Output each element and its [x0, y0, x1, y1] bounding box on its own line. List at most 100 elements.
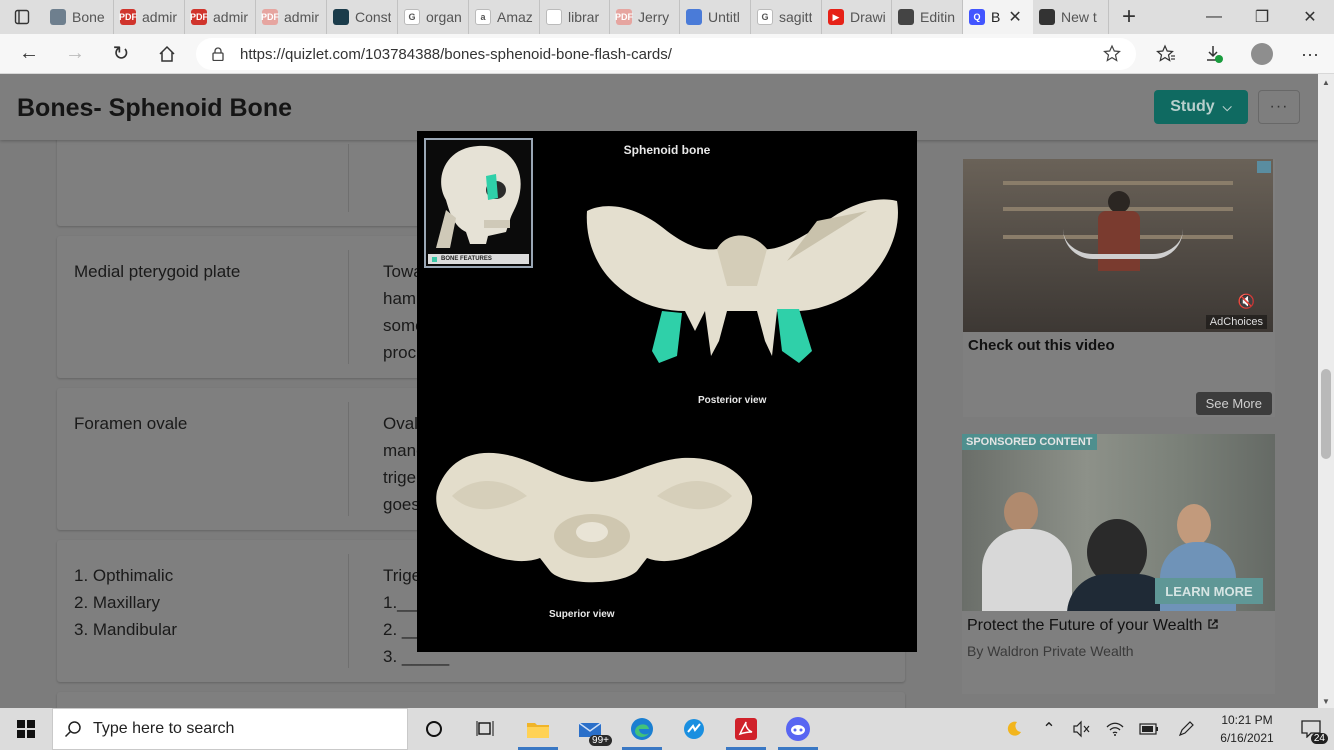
- scroll-up-arrow[interactable]: ▲: [1322, 78, 1330, 87]
- browser-tab[interactable]: PDF Jerry: [610, 0, 680, 34]
- tab-title[interactable]: Jerry: [638, 9, 669, 25]
- address-bar[interactable]: https://quizlet.com/103784388/bones-sphe…: [196, 38, 1136, 70]
- tab-title[interactable]: librar: [568, 9, 599, 25]
- downloads-icon[interactable]: [1190, 34, 1238, 74]
- task-view-icon[interactable]: [460, 708, 512, 750]
- video-ad[interactable]: 🔇 AdChoices Check out this video See Mor…: [963, 159, 1275, 417]
- tab-title[interactable]: admir: [213, 9, 248, 25]
- cortana-icon[interactable]: [408, 708, 460, 750]
- ad-caption[interactable]: Check out this video: [968, 337, 1115, 354]
- tab-title[interactable]: admir: [142, 9, 177, 25]
- study-label[interactable]: Study: [1170, 98, 1214, 116]
- card-divider: [348, 402, 349, 516]
- sponsored-label: SPONSORED CONTENT: [962, 434, 1097, 450]
- url-text[interactable]: https://quizlet.com/103784388/bones-sphe…: [240, 46, 672, 63]
- scroll-down-arrow[interactable]: ▼: [1322, 697, 1330, 706]
- ad-headline[interactable]: Protect the Future of your Wealth: [967, 617, 1219, 635]
- network-app-icon[interactable]: [668, 708, 720, 750]
- see-more-button[interactable]: See More: [1195, 392, 1272, 415]
- wifi-icon[interactable]: [1098, 708, 1132, 750]
- ad-video[interactable]: 🔇 AdChoices: [963, 159, 1273, 332]
- tab-title[interactable]: organ: [426, 9, 462, 25]
- system-tray: ⌃ 10:21 PM 6/16/2021 24: [994, 708, 1334, 750]
- minimize-button[interactable]: —: [1190, 0, 1238, 34]
- tab-title[interactable]: Drawi: [850, 9, 885, 25]
- browser-tab[interactable]: a Amaz: [469, 0, 540, 34]
- tab-title[interactable]: Bone: [72, 9, 105, 25]
- notifications-icon[interactable]: 24: [1288, 708, 1334, 750]
- close-window-button[interactable]: ✕: [1286, 0, 1334, 34]
- tab-favicon-icon: a: [475, 9, 491, 25]
- tab-favicon-icon: Q: [969, 9, 985, 25]
- search-icon[interactable]: [53, 720, 93, 738]
- ad-photo[interactable]: SPONSORED CONTENT LEARN MORE: [962, 434, 1275, 611]
- browser-tab[interactable]: New t: [1033, 0, 1109, 34]
- browser-tab[interactable]: Q B ✕: [963, 0, 1033, 34]
- profile-avatar[interactable]: [1238, 34, 1286, 74]
- pen-workspace-icon[interactable]: [1166, 708, 1206, 750]
- restore-button[interactable]: ❐: [1238, 0, 1286, 34]
- back-button[interactable]: ←: [6, 34, 52, 74]
- tab-title[interactable]: B: [991, 9, 1000, 25]
- posterior-view-label: Posterior view: [698, 395, 767, 406]
- add-favorite-icon[interactable]: [1102, 44, 1122, 69]
- settings-menu-icon[interactable]: ···: [1286, 34, 1334, 74]
- browser-tab[interactable]: Const: [327, 0, 398, 34]
- lock-icon[interactable]: [196, 47, 240, 61]
- windows-logo-icon[interactable]: [17, 720, 35, 738]
- refresh-button[interactable]: ↻: [98, 34, 144, 74]
- close-tab-icon[interactable]: ✕: [1008, 7, 1021, 27]
- favorites-icon[interactable]: [1142, 34, 1190, 74]
- edge-browser-icon[interactable]: [616, 708, 668, 750]
- browser-tab[interactable]: librar: [540, 0, 610, 34]
- clock[interactable]: 10:21 PM 6/16/2021: [1206, 708, 1288, 750]
- home-button[interactable]: [144, 34, 190, 74]
- volume-muted-icon[interactable]: [1064, 708, 1098, 750]
- card-term: 1. Opthimalic 2. Maxillary 3. Mandibular: [74, 562, 177, 643]
- page-scrollbar[interactable]: ▲ ▼: [1318, 74, 1334, 708]
- tab-title[interactable]: Amaz: [497, 9, 533, 25]
- adchoices-icon[interactable]: [1257, 161, 1271, 173]
- tab-favicon-icon: PDF: [615, 9, 633, 25]
- more-options-button[interactable]: ···: [1258, 90, 1300, 124]
- discord-icon[interactable]: [772, 708, 824, 750]
- browser-tab[interactable]: Untitl: [680, 0, 751, 34]
- mail-icon[interactable]: 99+: [564, 708, 616, 750]
- browser-tab[interactable]: PDF admir: [114, 0, 185, 34]
- forward-button[interactable]: →: [52, 34, 98, 74]
- scrollbar-thumb[interactable]: [1321, 369, 1331, 459]
- clock-date[interactable]: 6/16/2021: [1220, 729, 1273, 747]
- battery-icon[interactable]: [1132, 708, 1166, 750]
- adchoices-label[interactable]: AdChoices: [1205, 315, 1267, 329]
- file-explorer-icon[interactable]: [512, 708, 564, 750]
- browser-tab[interactable]: Bone: [44, 0, 114, 34]
- mute-icon[interactable]: 🔇: [1238, 293, 1255, 310]
- night-light-icon[interactable]: [994, 708, 1034, 750]
- browser-tab[interactable]: Gsagitt: [751, 0, 822, 34]
- ad-headline-text[interactable]: Protect the Future of your Wealth: [967, 617, 1202, 634]
- study-button[interactable]: Study ⌵: [1154, 90, 1248, 124]
- ad-video-person: [1108, 191, 1130, 213]
- search-placeholder[interactable]: Type here to search: [93, 720, 234, 738]
- tab-title[interactable]: New t: [1061, 9, 1097, 25]
- sponsored-ad[interactable]: SPONSORED CONTENT LEARN MORE Protect the…: [962, 434, 1275, 694]
- tab-title[interactable]: Const: [355, 9, 391, 25]
- learn-more-button[interactable]: LEARN MORE: [1155, 578, 1263, 604]
- image-lightbox[interactable]: Sphenoid bone BONE FEATURES Posterior vi…: [417, 131, 917, 652]
- start-button[interactable]: [0, 708, 52, 750]
- tab-actions-icon[interactable]: [0, 0, 44, 34]
- tab-title[interactable]: Editin: [920, 9, 955, 25]
- browser-tab[interactable]: Gorgan: [398, 0, 469, 34]
- show-hidden-icons-chevron-icon[interactable]: ⌃: [1034, 708, 1064, 750]
- tab-title[interactable]: admir: [284, 9, 319, 25]
- browser-tab[interactable]: PDF admir: [256, 0, 327, 34]
- taskbar-search[interactable]: Type here to search: [52, 708, 408, 750]
- tab-title[interactable]: sagitt: [779, 9, 812, 25]
- clock-time[interactable]: 10:21 PM: [1221, 711, 1272, 729]
- browser-tab[interactable]: Editin: [892, 0, 963, 34]
- browser-tab[interactable]: PDF admir: [185, 0, 256, 34]
- browser-tab[interactable]: ▶ Drawi: [822, 0, 892, 34]
- tab-title[interactable]: Untitl: [708, 9, 740, 25]
- acrobat-icon[interactable]: [720, 708, 772, 750]
- new-tab-button[interactable]: +: [1109, 0, 1149, 34]
